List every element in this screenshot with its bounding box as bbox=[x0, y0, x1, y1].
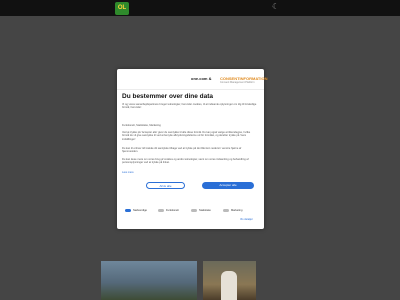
deny-all-button[interactable]: Afvis alle bbox=[146, 182, 185, 189]
top-navigation-bar: OL ☾ bbox=[0, 0, 400, 16]
cookie-consent-dialog: one.com & CONSENTINFORMATION Consent Man… bbox=[117, 69, 267, 229]
consent-provider-subtitle: Consent Management Platform bbox=[220, 81, 255, 84]
moon-icon[interactable]: ☾ bbox=[272, 3, 279, 11]
consent-title: Du bestemmer over dine data bbox=[122, 93, 214, 100]
article-thumbnail-2[interactable] bbox=[203, 261, 256, 300]
category-marketing[interactable]: Marketing bbox=[223, 208, 242, 214]
category-necessary[interactable]: Nødvendige bbox=[125, 208, 147, 214]
consent-paragraph-1: Ved at trykke på 'Accepter alle' giver d… bbox=[122, 131, 251, 141]
category-functional[interactable]: Funktionelt bbox=[158, 208, 179, 214]
consent-dialog-header: one.com & CONSENTINFORMATION Consent Man… bbox=[117, 69, 267, 90]
article-thumbnail-1[interactable] bbox=[101, 261, 197, 300]
consent-categories: Nødvendige Funktionelt Statistiske Marke… bbox=[122, 208, 260, 214]
toggle-icon[interactable] bbox=[223, 208, 229, 212]
consent-intro-text: Vi og vores samarbejdspartnere bruger te… bbox=[122, 103, 257, 110]
show-details-link[interactable]: Vis detaljer bbox=[240, 218, 253, 221]
consent-paragraph-2: Du kan til enhver tid trække dit samtykk… bbox=[122, 147, 242, 154]
brand-logo: one.com & bbox=[191, 76, 212, 81]
accept-all-button[interactable]: Accepter alle bbox=[202, 182, 254, 189]
person-figure bbox=[221, 271, 237, 300]
read-more-link[interactable]: Læs mere bbox=[122, 171, 258, 175]
consent-purposes-text: Funktionelt, Statistiske, Marketing bbox=[122, 124, 161, 127]
toggle-icon[interactable] bbox=[158, 208, 164, 212]
site-logo[interactable]: OL bbox=[115, 2, 129, 15]
category-statistics[interactable]: Statistiske bbox=[191, 208, 211, 214]
toggle-icon[interactable] bbox=[125, 208, 131, 212]
consent-paragraph-3: Du kan læse mere om vores brug af cookie… bbox=[122, 158, 249, 165]
toggle-icon[interactable] bbox=[191, 208, 197, 212]
